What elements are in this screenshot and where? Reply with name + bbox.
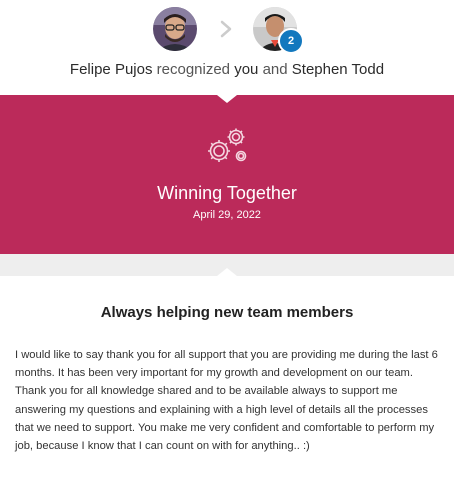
recognition-headline: Felipe Pujos recognized you and Stephen …	[0, 61, 454, 78]
conjunction-text: and	[262, 61, 288, 78]
badge-banner	[0, 95, 454, 254]
chevron-right-icon	[220, 20, 232, 38]
recipient-count-badge[interactable]: 2	[278, 28, 304, 54]
giver-avatar[interactable]	[153, 7, 197, 51]
badge-title: Winning Together	[157, 183, 297, 203]
badge-date: April 29, 2022	[193, 209, 261, 221]
card-notch	[217, 268, 237, 276]
you-text: you	[234, 61, 259, 78]
banner-notch	[217, 95, 237, 103]
message-title: Always helping new team members	[100, 304, 354, 321]
giver-avatar-image	[153, 7, 197, 51]
giver-name-link[interactable]: Felipe Pujos	[70, 61, 153, 78]
gears-icon	[208, 128, 247, 162]
verb-text: recognized	[156, 61, 231, 78]
other-recipient-link[interactable]: Stephen Todd	[292, 61, 384, 78]
message-body: I would like to say thank you for all su…	[15, 349, 438, 453]
recognition-header: 2 Felipe Pujos recognized you and Stephe…	[0, 0, 454, 95]
